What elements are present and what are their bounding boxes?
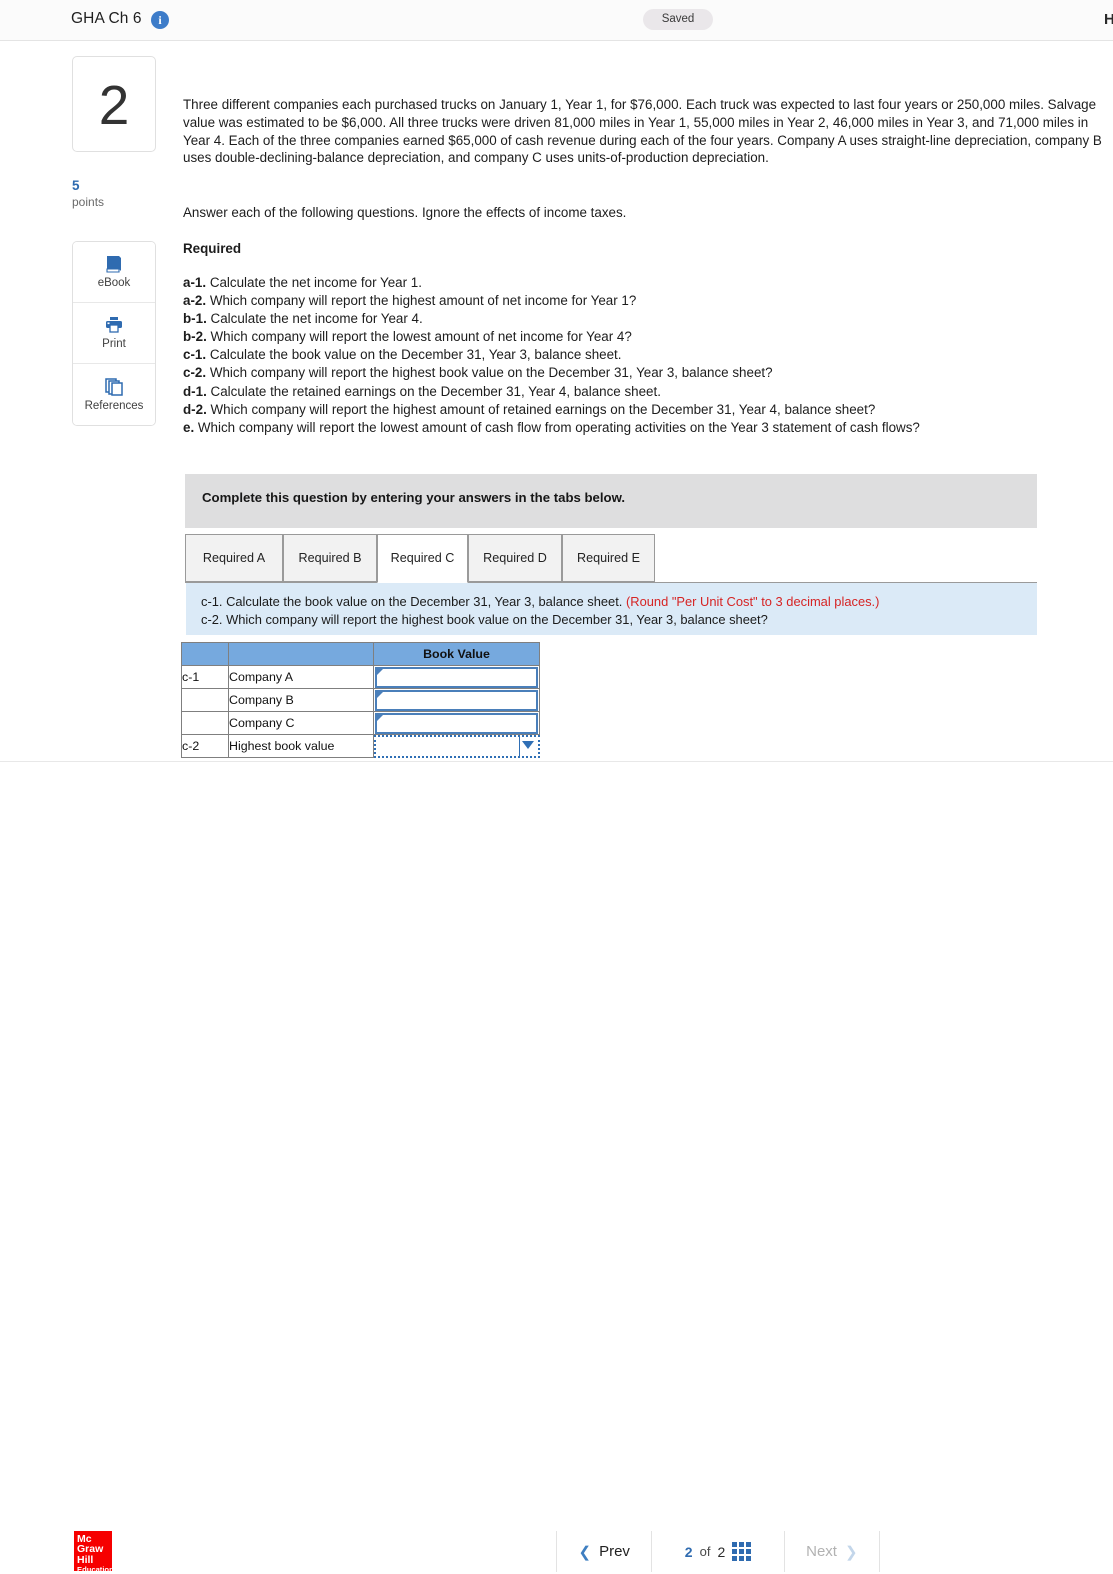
print-button[interactable]: Print (73, 303, 155, 364)
instruction-banner: Complete this question by entering your … (185, 474, 1037, 528)
references-button[interactable]: References (73, 364, 155, 425)
question-body: Three different companies each purchased… (183, 97, 1102, 166)
tab-required-e[interactable]: Required E (562, 534, 655, 582)
tab-strip: Required A Required B Required C Require… (185, 534, 1037, 583)
rounding-note: (Round "Per Unit Cost" to 3 decimal plac… (625, 594, 880, 609)
references-label: References (84, 399, 144, 412)
points-value: 5 (72, 178, 80, 193)
footer-bar: Mc Graw Hill Education ❮ Prev 2 of 2 Nex… (0, 761, 1113, 1574)
table-row: Company B (181, 688, 540, 712)
required-item: b-2. Which company will report the lowes… (183, 329, 632, 345)
tool-stack: eBook Print References (72, 241, 156, 426)
header-label (228, 642, 374, 666)
row-label: Company C (228, 711, 374, 735)
help-link[interactable]: H (1104, 11, 1113, 28)
mcgraw-hill-logo: Mc Graw Hill Education (74, 1531, 114, 1574)
top-bar: GHA Ch 6 i Saved H (0, 0, 1113, 41)
row-label: Highest book value (228, 734, 374, 758)
header-book-value: Book Value (373, 642, 540, 666)
question-number: 2 (98, 74, 130, 136)
required-item: c-1. Calculate the book value on the Dec… (183, 347, 622, 363)
ebook-icon (104, 255, 124, 273)
row-label: Company B (228, 688, 374, 712)
row-code (181, 688, 229, 712)
required-item: a-2. Which company will report the highe… (183, 293, 637, 309)
required-list: a-1. Calculate the net income for Year 1… (183, 274, 1103, 437)
info-icon[interactable]: i (151, 11, 169, 29)
table-header-row: Book Value (181, 642, 540, 666)
required-item: a-1. Calculate the net income for Year 1… (183, 275, 422, 290)
book-value-input-company-a[interactable] (375, 667, 538, 688)
prev-label: Prev (599, 1543, 630, 1560)
answer-note: Answer each of the following questions. … (183, 205, 627, 220)
book-value-input-company-c[interactable] (375, 713, 538, 734)
grid-icon[interactable] (732, 1542, 752, 1561)
chevron-down-icon[interactable] (522, 741, 534, 749)
table-row: c-2 Highest book value (181, 734, 540, 758)
references-icon (104, 377, 124, 396)
header-code (181, 642, 229, 666)
required-item: d-2. Which company will report the highe… (183, 401, 876, 417)
next-label: Next (806, 1543, 837, 1560)
nav-divider (879, 1531, 881, 1572)
prompt-box: c-1. Calculate the book value on the Dec… (185, 583, 1037, 635)
tab-required-a[interactable]: Required A (185, 534, 283, 582)
chevron-left-icon: ❮ (578, 1543, 592, 1561)
page-indicator: 2 of 2 (652, 1542, 783, 1561)
select-divider (519, 736, 520, 757)
row-label: Company A (228, 665, 374, 689)
row-code: c-2 (181, 734, 229, 758)
logo-line-3: Hill (77, 1553, 94, 1566)
required-heading: Required (183, 241, 242, 256)
printer-icon (104, 316, 124, 334)
book-value-cell-company-c[interactable] (373, 711, 540, 735)
ebook-button[interactable]: eBook (73, 242, 155, 303)
prompt-line-1: c-1. Calculate the book value on the Dec… (201, 594, 879, 609)
tab-required-b[interactable]: Required B (283, 534, 377, 582)
page-current: 2 (684, 1543, 693, 1560)
logo-line-2: Graw (77, 1543, 104, 1556)
prompt-c1-text: c-1. Calculate the book value on the Dec… (201, 594, 623, 609)
prev-button[interactable]: ❮ Prev (557, 1543, 651, 1561)
pagination-nav: ❮ Prev 2 of 2 Next ❯ (556, 1531, 881, 1572)
assignment-title: GHA Ch 6 (71, 10, 142, 27)
logo-line-1: Mc (77, 1533, 92, 1545)
print-label: Print (102, 338, 126, 350)
ebook-label: eBook (97, 277, 131, 289)
book-value-cell-company-a[interactable] (373, 665, 540, 689)
table-row: Company C (181, 711, 540, 735)
logo-line-4: Education (77, 1564, 114, 1574)
required-item: e. Which company will report the lowest … (183, 419, 920, 435)
question-number-box: 2 (72, 56, 156, 152)
answer-table: Book Value c-1 Company A Company B Compa… (181, 642, 540, 758)
table-row: c-1 Company A (181, 665, 540, 689)
required-item: b-1. Calculate the net income for Year 4… (183, 311, 423, 327)
highest-book-value-cell[interactable] (373, 734, 540, 758)
chevron-right-icon: ❯ (844, 1543, 858, 1561)
row-code: c-1 (181, 665, 229, 689)
page-of: of (699, 1544, 711, 1559)
next-button[interactable]: Next ❯ (785, 1543, 879, 1561)
book-value-input-company-b[interactable] (375, 690, 538, 711)
highest-book-value-select[interactable] (374, 735, 540, 758)
required-item: d-1. Calculate the retained earnings on … (183, 383, 661, 399)
points-label: points (72, 195, 105, 209)
tab-required-d[interactable]: Required D (468, 534, 562, 582)
required-item: c-2. Which company will report the highe… (183, 365, 773, 381)
prompt-line-2: c-2. Which company will report the highe… (201, 612, 768, 627)
row-code (181, 711, 229, 735)
status-badge-saved: Saved (643, 9, 713, 30)
book-value-cell-company-b[interactable] (373, 688, 540, 712)
page-total: 2 (717, 1543, 726, 1560)
instruction-text: Complete this question by entering your … (202, 490, 626, 505)
tab-required-c[interactable]: Required C (377, 534, 468, 583)
